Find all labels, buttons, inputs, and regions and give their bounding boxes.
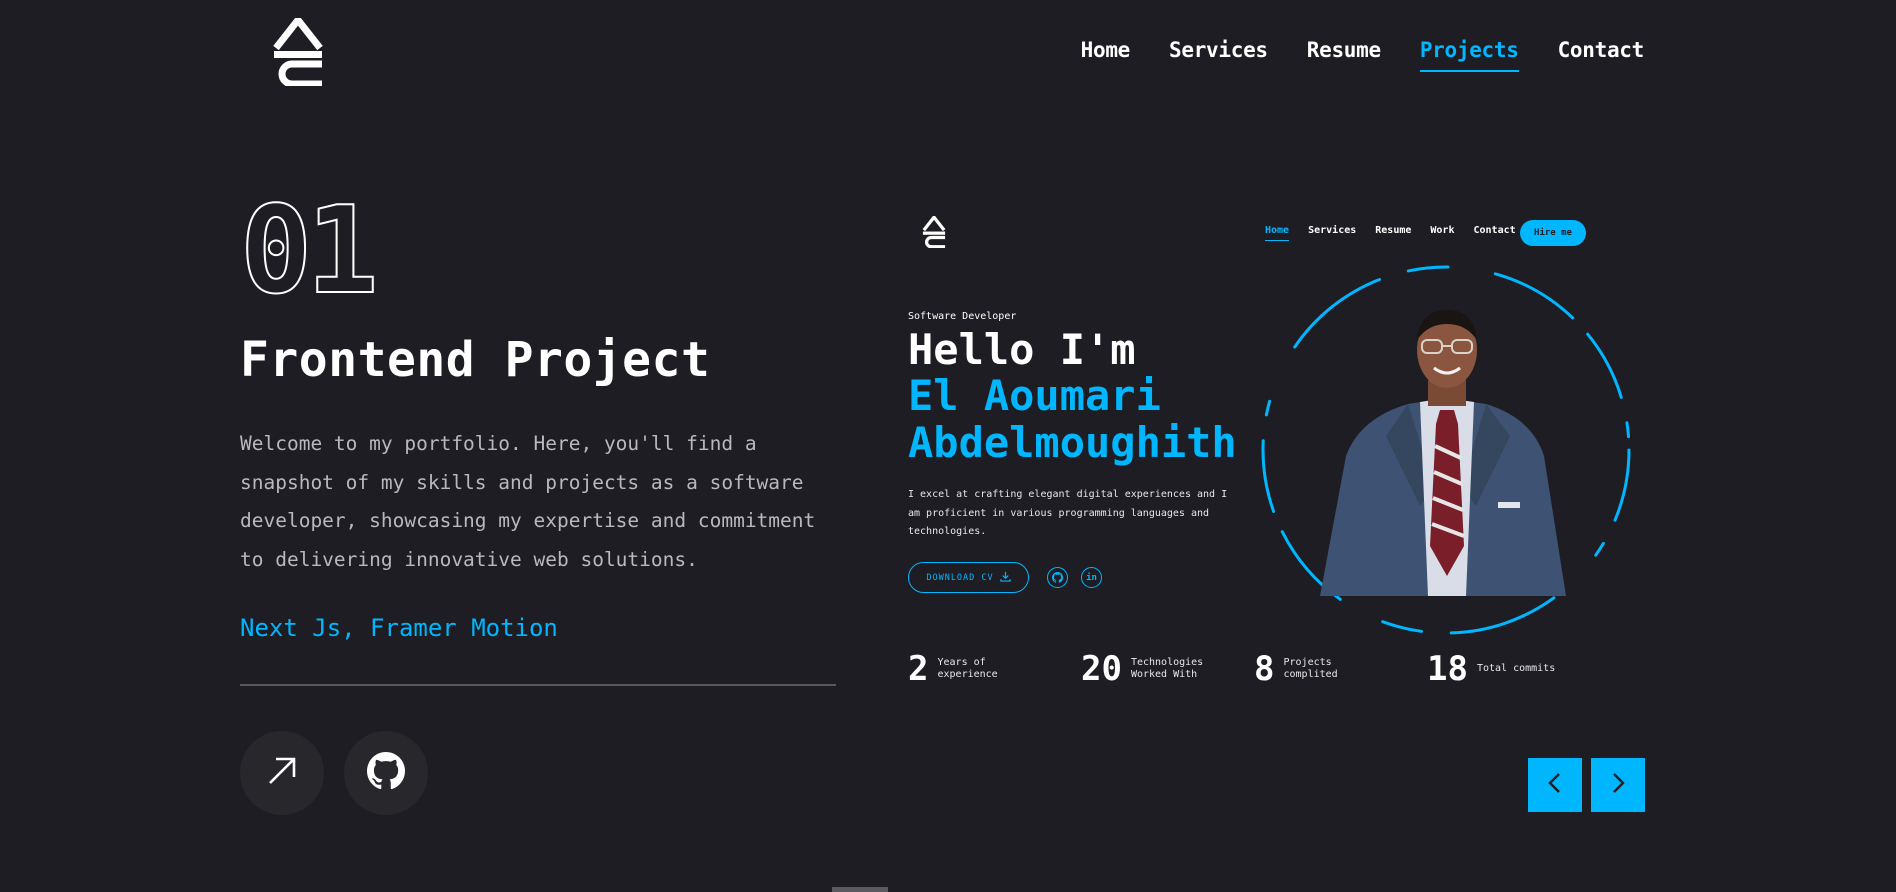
preview-nav: Home Services Resume Work Contact xyxy=(1265,225,1516,241)
next-project-button[interactable] xyxy=(1591,758,1645,812)
profile-photo xyxy=(1316,306,1576,596)
arrow-up-right-icon xyxy=(265,754,299,792)
preview-hello: Hello I'm xyxy=(908,325,1136,374)
stat-technologies: 20 Technologies Worked With xyxy=(1081,652,1211,686)
chevron-left-icon xyxy=(1546,772,1564,798)
preview-description: I excel at crafting elegant digital expe… xyxy=(908,489,1228,537)
project-stack: Next Js, Framer Motion xyxy=(240,614,558,642)
preview-hire-button: Hire me xyxy=(1520,220,1586,246)
download-icon xyxy=(999,571,1011,585)
preview-nav-services: Services xyxy=(1308,225,1357,236)
preview-name: El Aoumari Abdelmoughith xyxy=(908,371,1237,467)
divider xyxy=(240,684,836,686)
main-nav: Home Services Resume Projects Contact xyxy=(1081,38,1644,72)
stat-number: 8 xyxy=(1254,649,1275,689)
preview-role: Software Developer xyxy=(908,311,1017,322)
chevron-right-icon xyxy=(1609,772,1627,798)
project-description: Welcome to my portfolio. Here, you'll fi… xyxy=(240,432,816,571)
stat-label: Years of experience xyxy=(937,656,998,681)
preview-nav-work: Work xyxy=(1430,225,1455,236)
nav-contact[interactable]: Contact xyxy=(1558,38,1645,72)
nav-home[interactable]: Home xyxy=(1081,38,1131,72)
stat-number: 20 xyxy=(1081,649,1122,689)
stat-label: Total commits xyxy=(1476,662,1556,674)
nav-resume[interactable]: Resume xyxy=(1307,38,1381,72)
preview-nav-resume: Resume xyxy=(1375,225,1412,236)
live-project-button[interactable] xyxy=(240,731,324,815)
preview-download-cv-button: DOWNLOAD CV xyxy=(908,562,1029,593)
github-repo-button[interactable] xyxy=(344,731,428,815)
preview-linkedin-icon: in xyxy=(1081,567,1102,588)
stat-years: 2 Years of experience xyxy=(908,652,1017,686)
preview-nav-home: Home xyxy=(1265,225,1290,241)
preview-logo-icon xyxy=(922,214,946,249)
stat-projects: 8 Projects complited xyxy=(1254,652,1363,686)
preview-github-icon xyxy=(1047,567,1068,588)
nav-projects[interactable]: Projects xyxy=(1419,38,1519,72)
project-number: 01 xyxy=(239,182,379,321)
scrollbar-thumb[interactable] xyxy=(832,887,888,892)
previous-project-button[interactable] xyxy=(1528,758,1582,812)
stat-number: 2 xyxy=(908,649,929,689)
github-icon xyxy=(367,752,405,794)
nav-services[interactable]: Services xyxy=(1169,38,1268,72)
stat-number: 18 xyxy=(1427,649,1468,689)
project-preview: Home Services Resume Work Contact Hire m… xyxy=(896,198,1631,718)
preview-nav-contact: Contact xyxy=(1473,225,1516,236)
ae-logo-icon[interactable] xyxy=(272,14,324,88)
project-title: Frontend Project xyxy=(240,332,711,388)
stat-label: Technologies Worked With xyxy=(1130,656,1204,681)
stat-label: Projects complited xyxy=(1283,656,1338,681)
stat-commits: 18 Total commits xyxy=(1427,652,1557,686)
preview-cv-label: DOWNLOAD CV xyxy=(926,572,994,583)
